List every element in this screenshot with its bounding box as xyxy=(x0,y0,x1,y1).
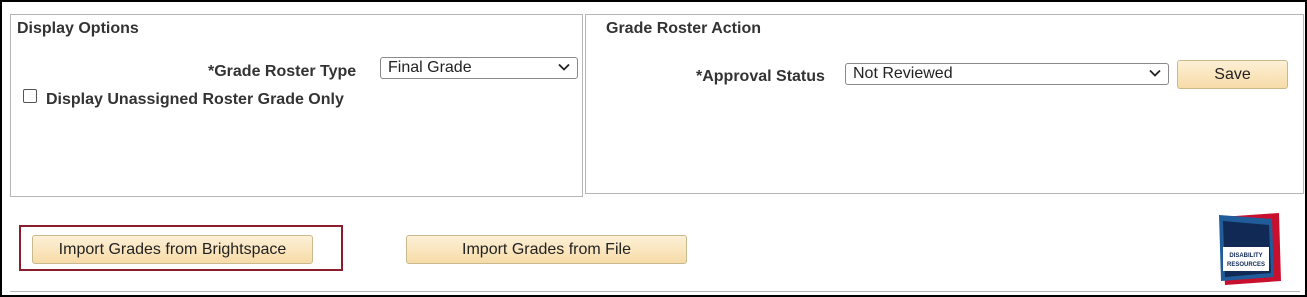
import-file-button[interactable]: Import Grades from File xyxy=(406,235,687,264)
grade-roster-action-panel xyxy=(585,14,1304,194)
chevron-down-icon xyxy=(1149,69,1161,77)
logo-line1: DISABILITY xyxy=(1229,253,1262,259)
approval-status-select[interactable]: Not Reviewed xyxy=(845,63,1169,85)
grade-roster-type-value: Final Grade xyxy=(388,59,472,76)
unassigned-roster-checkbox[interactable] xyxy=(23,89,37,103)
display-options-title: Display Options xyxy=(17,20,139,37)
save-button[interactable]: Save xyxy=(1177,60,1288,89)
bottom-divider xyxy=(10,291,1300,292)
grade-roster-type-label: *Grade Roster Type xyxy=(208,63,357,80)
grade-roster-type-select[interactable]: Final Grade xyxy=(380,57,578,79)
import-brightspace-button[interactable]: Import Grades from Brightspace xyxy=(32,235,313,264)
approval-status-value: Not Reviewed xyxy=(853,65,953,82)
disability-resources-logo: DISABILITY RESOURCES xyxy=(1219,213,1281,285)
unassigned-roster-label: Display Unassigned Roster Grade Only xyxy=(46,91,344,108)
grade-roster-action-title: Grade Roster Action xyxy=(606,20,761,37)
approval-status-label: *Approval Status xyxy=(696,68,825,85)
chevron-down-icon xyxy=(558,63,570,71)
logo-line2: RESOURCES xyxy=(1227,262,1265,268)
